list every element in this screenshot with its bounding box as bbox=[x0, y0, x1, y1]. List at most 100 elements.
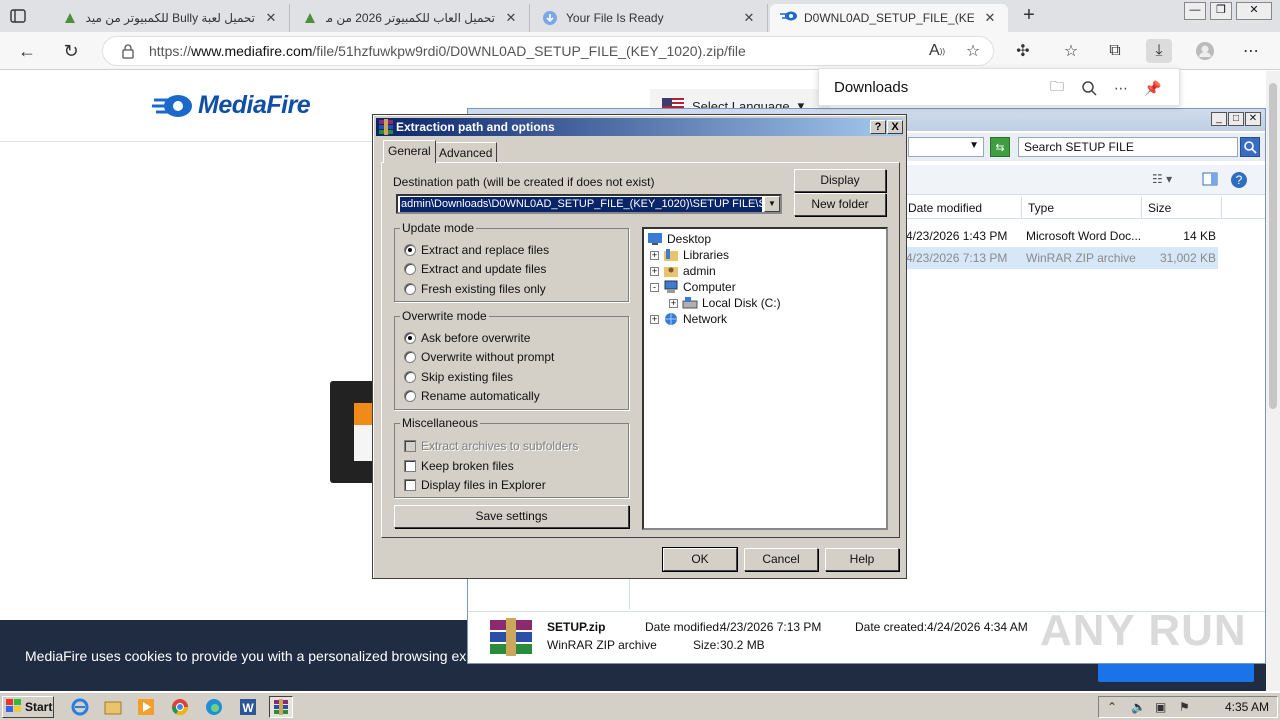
tab-bully[interactable]: تحميل لعبة Bully للكمبيوتر من ميديا ✕ bbox=[52, 4, 290, 32]
network-tray-icon[interactable]: ▣ bbox=[1155, 700, 1166, 714]
flag-tray-icon[interactable]: ⚑ bbox=[1179, 700, 1190, 714]
radio-icon[interactable] bbox=[404, 263, 416, 275]
checkbox-icon[interactable] bbox=[404, 479, 416, 491]
read-aloud-icon[interactable]: A)) bbox=[924, 39, 950, 63]
radio-rename-auto[interactable]: Rename automatically bbox=[404, 388, 540, 404]
refresh-go-icon[interactable]: ⇆ bbox=[990, 137, 1010, 157]
tray-expand-icon[interactable]: ⌃ bbox=[1107, 700, 1117, 714]
word-icon[interactable]: W bbox=[236, 696, 260, 718]
tab-your-file-is-ready[interactable]: Your File Is Ready ✕ bbox=[532, 4, 768, 32]
tab-close-icon[interactable]: ✕ bbox=[263, 10, 279, 26]
downloads-icon[interactable]: ⤓ bbox=[1146, 39, 1172, 63]
profile-avatar-icon[interactable] bbox=[1192, 39, 1218, 63]
radio-fresh-existing[interactable]: Fresh existing files only bbox=[404, 281, 546, 297]
radio-selected-icon[interactable] bbox=[404, 244, 416, 256]
chevron-down-icon[interactable]: ▼ bbox=[764, 196, 780, 212]
tab-title: تحميل لعبة Bully للكمبيوتر من ميديا bbox=[86, 11, 255, 25]
tree-node-local-disk[interactable]: + Local Disk (C:) bbox=[669, 295, 781, 311]
radio-icon[interactable] bbox=[404, 283, 416, 295]
mediafire-logo[interactable]: MediaFire bbox=[152, 91, 311, 120]
internet-explorer-icon[interactable] bbox=[68, 696, 92, 718]
destination-path-field[interactable]: admin\Downloads\D0WNL0AD_SETUP_FILE_(KEY… bbox=[396, 194, 782, 214]
tree-node-computer[interactable]: - Computer bbox=[650, 279, 736, 295]
edge-icon[interactable] bbox=[202, 696, 226, 718]
radio-overwrite-without-prompt[interactable]: Overwrite without prompt bbox=[404, 349, 554, 365]
dialog-titlebar[interactable]: Extraction path and options ? X bbox=[376, 118, 903, 136]
open-folder-icon[interactable]: 🗀 bbox=[1047, 78, 1067, 98]
explorer-minimize-button[interactable]: _ bbox=[1211, 112, 1227, 126]
view-options-icon[interactable]: ☷ ▾ bbox=[1152, 172, 1172, 186]
dialog-close-icon[interactable]: X bbox=[887, 120, 903, 134]
expand-icon[interactable]: + bbox=[650, 250, 659, 260]
more-menu-icon[interactable]: ⋯ bbox=[1238, 39, 1264, 63]
media-player-icon[interactable] bbox=[134, 696, 158, 718]
address-bar[interactable]: https://www.mediafire.com/file/51hzfuwkp… bbox=[102, 36, 994, 66]
tree-node-admin[interactable]: + admin bbox=[650, 263, 716, 279]
pin-icon[interactable]: 📌 bbox=[1143, 78, 1163, 98]
refresh-icon[interactable]: ↻ bbox=[58, 39, 84, 63]
more-options-icon[interactable]: ⋯ bbox=[1111, 78, 1131, 98]
collections-icon[interactable]: ⧉ bbox=[1102, 39, 1128, 63]
favorites-icon[interactable]: ☆ bbox=[1058, 39, 1084, 63]
radio-icon[interactable] bbox=[404, 371, 416, 383]
tree-node-network[interactable]: + Network bbox=[650, 311, 727, 327]
tab-general[interactable]: General bbox=[383, 140, 436, 163]
tab-advanced[interactable]: Advanced bbox=[434, 142, 498, 163]
checkbox-keep-broken[interactable]: Keep broken files bbox=[404, 458, 514, 474]
explorer-path-dropdown[interactable]: ▼ bbox=[908, 137, 984, 157]
explorer-close-button[interactable]: ✕ bbox=[1245, 112, 1261, 126]
checkbox-display-explorer[interactable]: Display files in Explorer bbox=[404, 477, 546, 493]
close-window-button[interactable]: ✕ bbox=[1236, 2, 1272, 20]
search-icon[interactable] bbox=[1079, 78, 1099, 98]
tab-download-setup-file[interactable]: D0WNL0AD_SETUP_FILE_(KEY_1 ✕ bbox=[770, 4, 1008, 32]
minimize-button[interactable]: — bbox=[1184, 2, 1206, 20]
help-button[interactable]: Help bbox=[825, 548, 899, 571]
tree-node-libraries[interactable]: + Libraries bbox=[650, 247, 729, 263]
display-button[interactable]: Display bbox=[794, 169, 886, 192]
ok-button[interactable]: OK bbox=[662, 547, 738, 572]
new-tab-button[interactable]: + bbox=[1018, 5, 1040, 27]
column-type[interactable]: Type bbox=[1022, 197, 1142, 219]
chrome-icon[interactable] bbox=[168, 696, 192, 718]
checkbox-icon[interactable] bbox=[404, 460, 416, 472]
radio-extract-update[interactable]: Extract and update files bbox=[404, 261, 546, 277]
winrar-taskbar-icon[interactable] bbox=[269, 696, 293, 718]
search-icon[interactable] bbox=[1240, 137, 1260, 157]
add-favorite-icon[interactable]: ☆ bbox=[960, 39, 986, 63]
save-settings-button[interactable]: Save settings bbox=[394, 505, 629, 528]
cancel-button[interactable]: Cancel bbox=[744, 548, 818, 571]
preview-pane-icon[interactable] bbox=[1202, 171, 1218, 190]
back-arrow-icon[interactable]: ← bbox=[14, 39, 40, 63]
help-icon[interactable]: ? bbox=[1230, 171, 1248, 192]
volume-icon[interactable]: 🔈 bbox=[1131, 700, 1146, 714]
tab-close-icon[interactable]: ✕ bbox=[503, 10, 519, 26]
tree-node-desktop[interactable]: Desktop bbox=[647, 231, 711, 247]
radio-selected-icon[interactable] bbox=[404, 332, 416, 344]
column-date-modified[interactable]: Date modified bbox=[902, 197, 1022, 219]
explorer-maximize-button[interactable]: □ bbox=[1228, 112, 1244, 126]
explorer-search-input[interactable]: Search SETUP FILE bbox=[1018, 137, 1238, 157]
radio-icon[interactable] bbox=[404, 351, 416, 363]
expand-icon[interactable]: + bbox=[669, 298, 678, 308]
tab-games-2026[interactable]: تحميل العاب للكمبيوتر 2026 من ميديا ✕ bbox=[292, 4, 530, 32]
extensions-icon[interactable]: ✣ bbox=[1010, 39, 1036, 63]
tab-close-icon[interactable]: ✕ bbox=[741, 10, 757, 26]
page-scrollbar[interactable] bbox=[1266, 71, 1280, 691]
collapse-icon[interactable]: - bbox=[650, 282, 659, 292]
scrollbar-thumb[interactable] bbox=[1269, 83, 1277, 409]
maximize-button[interactable]: ❐ bbox=[1210, 2, 1232, 20]
folder-tree[interactable]: Desktop + Libraries + admin - Computer +… bbox=[642, 227, 888, 530]
new-folder-button[interactable]: New folder bbox=[794, 193, 886, 216]
radio-icon[interactable] bbox=[404, 390, 416, 402]
radio-extract-replace[interactable]: Extract and replace files bbox=[404, 242, 549, 258]
tab-actions-icon[interactable] bbox=[8, 6, 28, 26]
dialog-help-icon[interactable]: ? bbox=[870, 120, 886, 134]
start-button[interactable]: Start bbox=[2, 696, 54, 718]
expand-icon[interactable]: + bbox=[650, 266, 659, 276]
radio-skip-existing[interactable]: Skip existing files bbox=[404, 369, 513, 385]
tab-close-icon[interactable]: ✕ bbox=[982, 10, 998, 26]
file-explorer-icon[interactable] bbox=[101, 696, 125, 718]
column-size[interactable]: Size bbox=[1142, 197, 1222, 219]
radio-ask-before[interactable]: Ask before overwrite bbox=[404, 330, 530, 346]
expand-icon[interactable]: + bbox=[650, 314, 659, 324]
